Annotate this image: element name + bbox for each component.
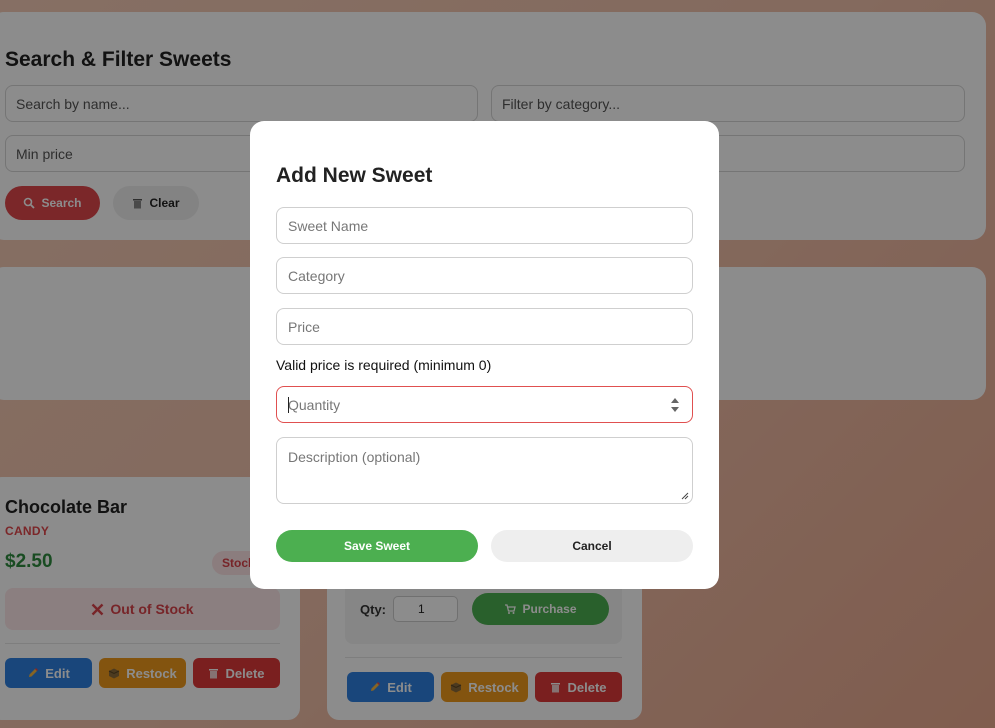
cancel-button[interactable]: Cancel — [491, 530, 693, 562]
resize-handle-icon[interactable] — [681, 492, 689, 500]
quantity-placeholder: Quantity — [288, 396, 341, 413]
modal-title: Add New Sweet — [276, 164, 433, 187]
text-caret — [288, 397, 289, 413]
description-placeholder: Description (optional) — [288, 449, 421, 465]
spinner-arrows-icon[interactable] — [670, 396, 680, 414]
add-sweet-modal: Add New Sweet Sweet Name Category Price … — [250, 121, 719, 589]
sweet-name-input[interactable]: Sweet Name — [276, 207, 693, 244]
price-error-message: Valid price is required (minimum 0) — [276, 357, 492, 373]
category-input[interactable]: Category — [276, 257, 693, 294]
price-input[interactable]: Price — [276, 308, 693, 345]
save-sweet-button[interactable]: Save Sweet — [276, 530, 478, 562]
quantity-input[interactable]: Quantity — [276, 386, 693, 423]
description-textarea[interactable]: Description (optional) — [276, 437, 693, 504]
